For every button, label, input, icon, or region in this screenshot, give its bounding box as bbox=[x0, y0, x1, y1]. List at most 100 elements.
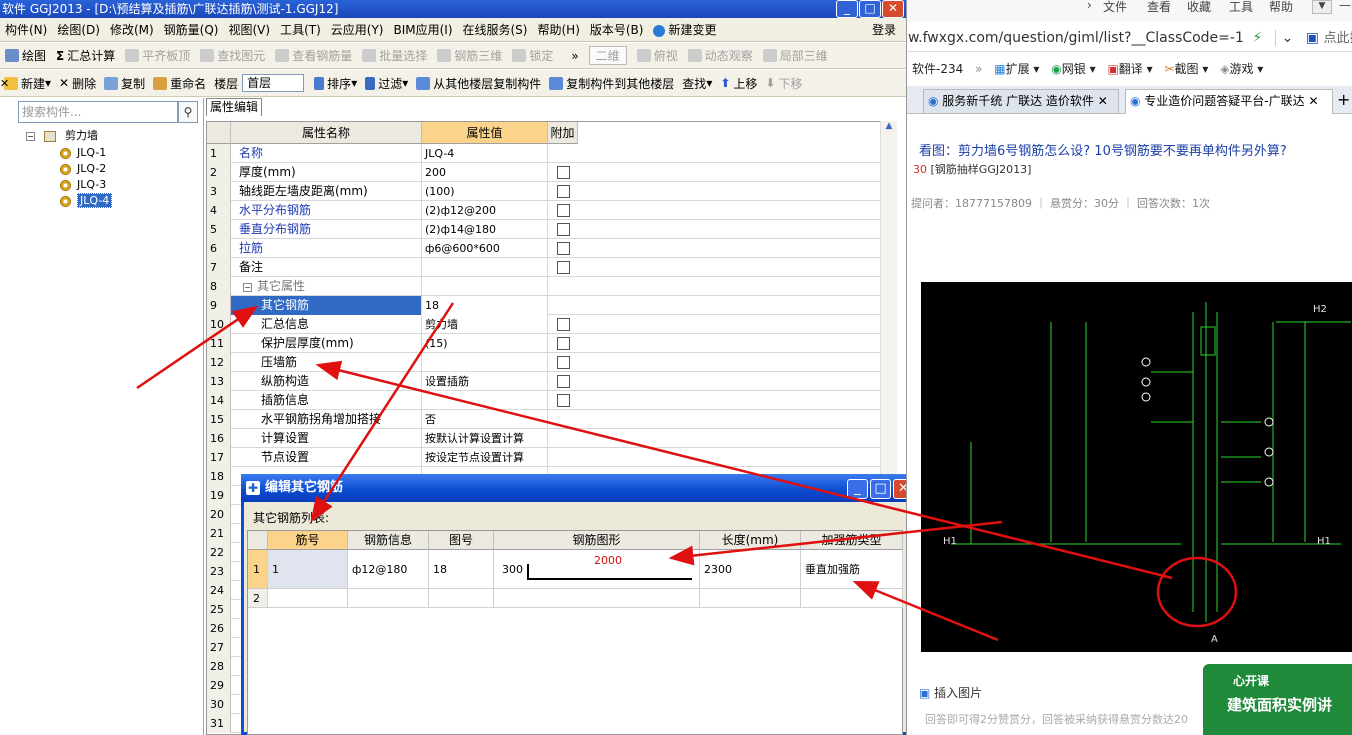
lock-button[interactable]: 锁定 bbox=[507, 47, 558, 64]
attach-checkbox[interactable] bbox=[557, 337, 570, 350]
prop-row[interactable]: 3 轴线距左墙皮距离(mm) (100) bbox=[207, 182, 887, 201]
tree-item-jlq-4[interactable]: JLQ-4 bbox=[60, 193, 113, 209]
panel-close-icon[interactable]: ✕ bbox=[0, 70, 12, 97]
menu-version[interactable]: 版本号(B) bbox=[585, 21, 649, 38]
menu-component[interactable]: 构件(N) bbox=[0, 21, 52, 38]
copy-button[interactable]: 复制 bbox=[100, 75, 149, 92]
prop-row[interactable]: 5 垂直分布钢筋 (2)ф14@180 bbox=[207, 220, 887, 239]
cell-rebar-shape[interactable] bbox=[494, 589, 700, 608]
attach-checkbox[interactable] bbox=[557, 261, 570, 274]
prop-row[interactable]: 6 拉筋 ф6@600*600 bbox=[207, 239, 887, 258]
toolbar-overflow[interactable]: » bbox=[566, 49, 583, 63]
prop-row[interactable]: 13 纵筋构造 设置插筋 bbox=[207, 372, 887, 391]
prop-row[interactable]: 11 保护层厚度(mm) (15) bbox=[207, 334, 887, 353]
cell-rebar-info[interactable] bbox=[348, 589, 429, 608]
prop-row[interactable]: 1 名称 JLQ-4 bbox=[207, 144, 887, 163]
fav-extensions[interactable]: ▦扩展 ▾ bbox=[994, 62, 1039, 76]
cell-bar-no[interactable]: 1 bbox=[268, 550, 348, 589]
cell-reinforce-type[interactable] bbox=[801, 589, 903, 608]
partial-3d-button[interactable]: 局部三维 bbox=[758, 47, 833, 64]
lightning-icon[interactable]: ⚡ bbox=[1252, 30, 1262, 46]
fav-translate[interactable]: ▣翻译 ▾ bbox=[1107, 62, 1152, 76]
prop-value[interactable]: ф6@600*600 bbox=[422, 239, 548, 258]
menu-tools[interactable]: 工具(T) bbox=[275, 21, 326, 38]
prop-value[interactable]: (15) bbox=[422, 334, 548, 353]
browser-menu-favorites[interactable]: 收藏 bbox=[1187, 0, 1211, 15]
attach-checkbox[interactable] bbox=[557, 185, 570, 198]
copy-to-floor-button[interactable]: 复制构件到其他楼层 bbox=[545, 75, 678, 92]
rebar-3d-button[interactable]: 钢筋三维 bbox=[432, 47, 507, 64]
view-rebar-qty-button[interactable]: 查看钢筋量 bbox=[270, 47, 357, 64]
prop-row[interactable]: 14 插筋信息 bbox=[207, 391, 887, 410]
browser-menu-tools[interactable]: 工具 bbox=[1229, 0, 1253, 15]
prop-value[interactable] bbox=[422, 277, 548, 296]
move-down-button[interactable]: ⬇ 下移 bbox=[761, 75, 806, 92]
orbit-button[interactable]: 动态观察 bbox=[683, 47, 758, 64]
delete-button[interactable]: ✕ 删除 bbox=[55, 75, 100, 92]
prop-value[interactable]: 18 bbox=[422, 296, 548, 315]
prop-row[interactable]: 10 汇总信息 剪力墙 bbox=[207, 315, 887, 334]
menu-help[interactable]: 帮助(H) bbox=[532, 21, 584, 38]
dialog-maximize-button[interactable]: □ bbox=[870, 479, 891, 499]
menu-view[interactable]: 视图(V) bbox=[223, 21, 275, 38]
attach-checkbox[interactable] bbox=[557, 223, 570, 236]
collapse-icon[interactable]: − bbox=[26, 132, 35, 141]
dropdown-icon[interactable]: ⌄ bbox=[1274, 30, 1294, 46]
question-title[interactable]: 看图：剪力墙6号钢筋怎么设? 10号钢筋要不要再单构件另外算? bbox=[919, 140, 1349, 159]
prop-value[interactable]: 否 bbox=[422, 410, 548, 429]
summary-calc-button[interactable]: Σ 汇总计算 bbox=[51, 47, 120, 64]
filter-button[interactable]: 过滤 ▾ bbox=[361, 75, 412, 92]
prop-value[interactable]: 200 bbox=[422, 163, 548, 182]
prop-value[interactable]: JLQ-4 bbox=[422, 144, 548, 163]
prop-row[interactable]: 7 备注 bbox=[207, 258, 887, 277]
prop-value[interactable]: (100) bbox=[422, 182, 548, 201]
tree-root[interactable]: − 剪力墙 bbox=[26, 128, 98, 144]
copy-from-floor-button[interactable]: 从其他楼层复制构件 bbox=[412, 75, 545, 92]
maximize-button[interactable]: □ bbox=[859, 0, 881, 18]
attach-checkbox[interactable] bbox=[557, 318, 570, 331]
new-tab-icon[interactable]: + bbox=[1337, 90, 1350, 109]
attach-checkbox[interactable] bbox=[557, 375, 570, 388]
url-text[interactable]: w.fwxgx.com/question/giml/list?__ClassCo… bbox=[908, 30, 1244, 46]
prop-value[interactable] bbox=[422, 353, 548, 372]
fav-software[interactable]: 软件-234 bbox=[912, 62, 963, 76]
browser-tab-2[interactable]: ◉ 专业造价问题答疑平台-广联达 ✕ bbox=[1125, 89, 1333, 114]
tab-property-edit[interactable]: 属性编辑 bbox=[206, 98, 262, 116]
dialog-minimize-button[interactable]: _ bbox=[847, 479, 868, 499]
minimize-button[interactable]: _ bbox=[836, 0, 858, 18]
course-ad[interactable]: 心开课 建筑面积实例讲 bbox=[1203, 664, 1352, 735]
component-search-input[interactable]: 搜索构件... bbox=[18, 101, 178, 123]
menu-rebar[interactable]: 钢筋量(Q) bbox=[159, 21, 224, 38]
fav-games[interactable]: ◈游戏 ▾ bbox=[1220, 62, 1263, 76]
prop-row[interactable]: 15 水平钢筋拐角增加搭接 否 bbox=[207, 410, 887, 429]
menu-online[interactable]: 在线服务(S) bbox=[458, 21, 533, 38]
fav-screenshot[interactable]: ✂截图 ▾ bbox=[1164, 62, 1208, 76]
browser-tab-1[interactable]: ◉ 服务新千统 广联达 造价软件 ✕ bbox=[923, 89, 1119, 114]
browser-menu-file[interactable]: 文件 bbox=[1103, 0, 1127, 15]
move-up-button[interactable]: ⬆ 上移 bbox=[716, 75, 761, 92]
cell-figure-no[interactable] bbox=[429, 589, 494, 608]
tree-item-jlq-2[interactable]: JLQ-2 bbox=[60, 161, 106, 177]
new-change-button[interactable]: 新建变更 bbox=[648, 21, 721, 38]
search-engine-icon[interactable]: ▣ bbox=[1306, 30, 1319, 46]
view-2d-select[interactable]: 二维 bbox=[584, 46, 632, 65]
prop-row[interactable]: 16 计算设置 按默认计算设置计算 bbox=[207, 429, 887, 448]
tree-item-jlq-3[interactable]: JLQ-3 bbox=[60, 177, 106, 193]
scroll-up-icon[interactable]: ▲ bbox=[881, 121, 897, 131]
cell-reinforce-type[interactable]: 垂直加强筋 bbox=[801, 550, 903, 589]
close-button[interactable]: ✕ bbox=[882, 0, 904, 18]
find-button[interactable]: 查找 ▾ bbox=[678, 75, 716, 92]
prop-row[interactable]: 12 压墙筋 bbox=[207, 353, 887, 372]
login-button[interactable]: 登录 bbox=[867, 21, 906, 38]
menu-bim[interactable]: BIM应用(I) bbox=[388, 21, 457, 38]
prop-value[interactable]: 剪力墙 bbox=[422, 315, 548, 334]
cell-length[interactable]: 2300 bbox=[700, 550, 801, 589]
menu-modify[interactable]: 修改(M) bbox=[105, 21, 159, 38]
prop-row[interactable]: 2 厚度(mm) 200 bbox=[207, 163, 887, 182]
cell-bar-no[interactable] bbox=[268, 589, 348, 608]
prop-value[interactable]: 设置插筋 bbox=[422, 372, 548, 391]
group-collapse-icon[interactable]: − bbox=[243, 283, 252, 292]
cell-length[interactable] bbox=[700, 589, 801, 608]
address-bar[interactable]: w.fwxgx.com/question/giml/list?__ClassCo… bbox=[907, 24, 1352, 52]
grid-scrollbar[interactable]: ▲ bbox=[880, 121, 897, 476]
